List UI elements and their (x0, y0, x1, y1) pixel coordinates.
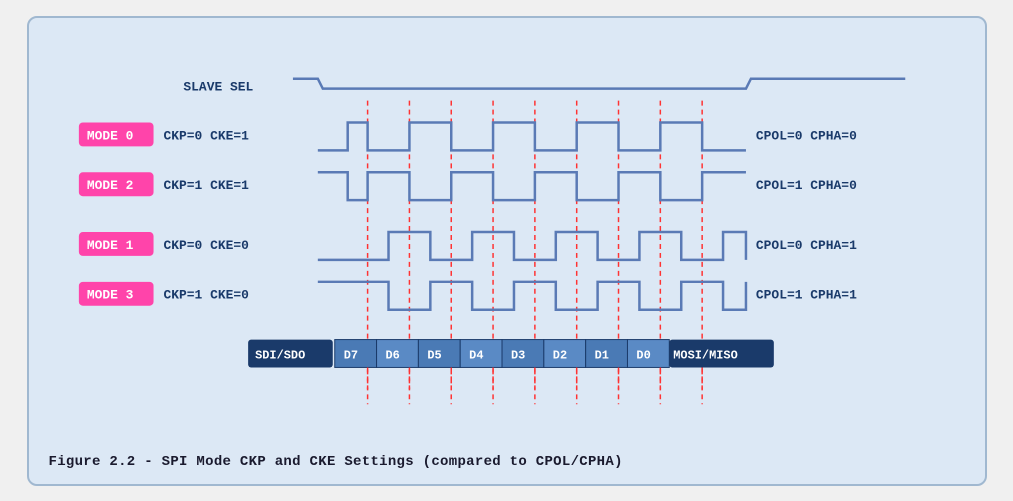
svg-text:CKP=1 CKE=0: CKP=1 CKE=0 (163, 287, 249, 302)
svg-text:MOSI/MISO: MOSI/MISO (673, 348, 737, 362)
svg-text:CPOL=1 CPHA=1: CPOL=1 CPHA=1 (755, 287, 856, 302)
waveform-container: text.label-left { font-family: 'Courier … (49, 36, 965, 444)
svg-text:CKP=1 CKE=1: CKP=1 CKE=1 (163, 178, 249, 193)
svg-text:D0: D0 (636, 348, 650, 362)
outer-container: text.label-left { font-family: 'Courier … (27, 16, 987, 486)
svg-text:CKP=0 CKE=0: CKP=0 CKE=0 (163, 237, 249, 252)
figure-caption: Figure 2.2 - SPI Mode CKP and CKE Settin… (49, 454, 965, 470)
svg-text:CPOL=1 CPHA=0: CPOL=1 CPHA=0 (755, 178, 856, 193)
svg-text:CKP=0 CKE=1: CKP=0 CKE=1 (163, 128, 249, 143)
svg-text:MODE 1: MODE 1 (86, 237, 133, 252)
svg-text:MODE 2: MODE 2 (86, 178, 133, 193)
svg-text:CPOL=0 CPHA=0: CPOL=0 CPHA=0 (755, 128, 856, 143)
svg-text:D1: D1 (594, 348, 608, 362)
svg-text:D5: D5 (427, 348, 441, 362)
diagram-area: text.label-left { font-family: 'Courier … (49, 36, 965, 470)
svg-text:D4: D4 (469, 348, 483, 362)
svg-text:D3: D3 (510, 348, 524, 362)
svg-text:SDI/SDO: SDI/SDO (255, 348, 305, 362)
svg-text:D2: D2 (552, 348, 566, 362)
svg-text:D7: D7 (343, 348, 357, 362)
svg-text:MODE 3: MODE 3 (86, 287, 133, 302)
svg-text:CPOL=0 CPHA=1: CPOL=0 CPHA=1 (755, 237, 856, 252)
svg-text:SLAVE SEL: SLAVE SEL (183, 79, 253, 94)
svg-text:MODE 0: MODE 0 (86, 128, 133, 143)
svg-text:D6: D6 (385, 348, 399, 362)
